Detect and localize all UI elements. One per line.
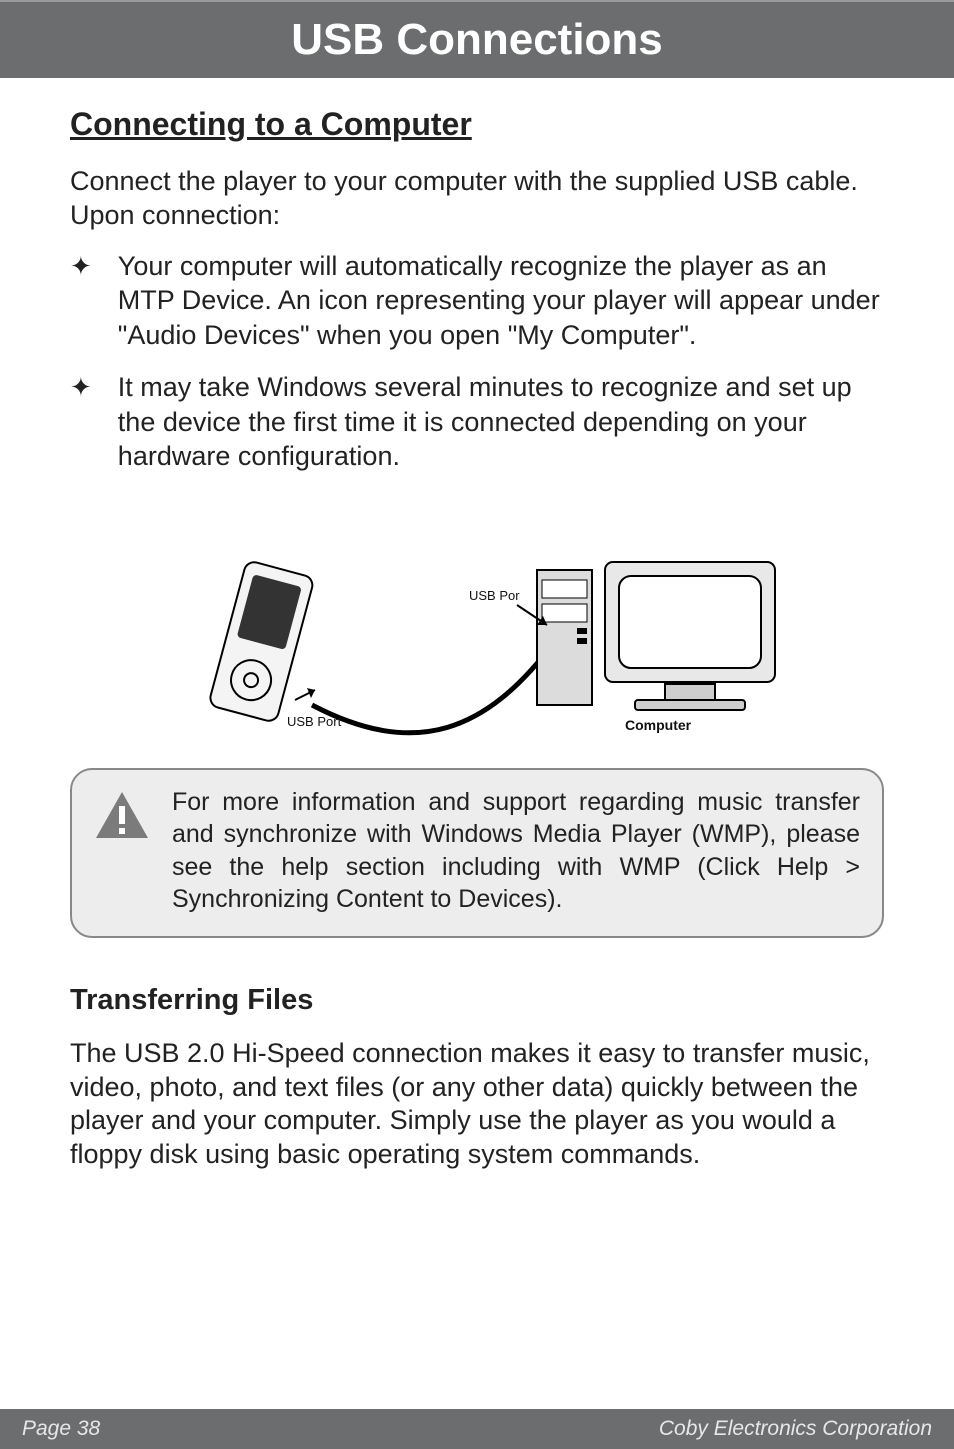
title-bar: USB Connections bbox=[0, 0, 954, 78]
sparkle-icon: ✦ bbox=[70, 249, 92, 282]
page-title: USB Connections bbox=[291, 15, 663, 65]
diagram-label-usb-port-player: USB Port bbox=[287, 714, 342, 729]
footer-page-number: Page 38 bbox=[22, 1417, 100, 1441]
list-item-text: Your computer will automatically recogni… bbox=[118, 249, 884, 353]
diagram-label-usb-port-computer: USB Por bbox=[469, 588, 520, 603]
connection-diagram: USB Port USB Por bbox=[70, 530, 884, 740]
list-item-text: It may take Windows several minutes to r… bbox=[118, 370, 884, 474]
intro-paragraph: Connect the player to your computer with… bbox=[70, 165, 884, 233]
diagram-svg: USB Port USB Por bbox=[157, 530, 797, 740]
transferring-paragraph: The USB 2.0 Hi-Speed connection makes it… bbox=[70, 1037, 884, 1172]
footer-company: Coby Electronics Corporation bbox=[659, 1417, 932, 1441]
diagram-label-computer: Computer bbox=[625, 717, 692, 733]
list-item: ✦ It may take Windows several minutes to… bbox=[70, 370, 884, 474]
note-box: For more information and support regardi… bbox=[70, 768, 884, 938]
subsection-heading: Transferring Files bbox=[70, 984, 884, 1017]
page-content: Connecting to a Computer Connect the pla… bbox=[0, 78, 954, 1409]
page-footer: Page 38 Coby Electronics Corporation bbox=[0, 1409, 954, 1449]
warning-icon bbox=[94, 790, 150, 916]
bullet-list: ✦ Your computer will automatically recog… bbox=[70, 249, 884, 492]
sparkle-icon: ✦ bbox=[70, 370, 92, 403]
note-text: For more information and support regardi… bbox=[172, 786, 860, 916]
list-item: ✦ Your computer will automatically recog… bbox=[70, 249, 884, 353]
section-heading: Connecting to a Computer bbox=[70, 106, 884, 143]
